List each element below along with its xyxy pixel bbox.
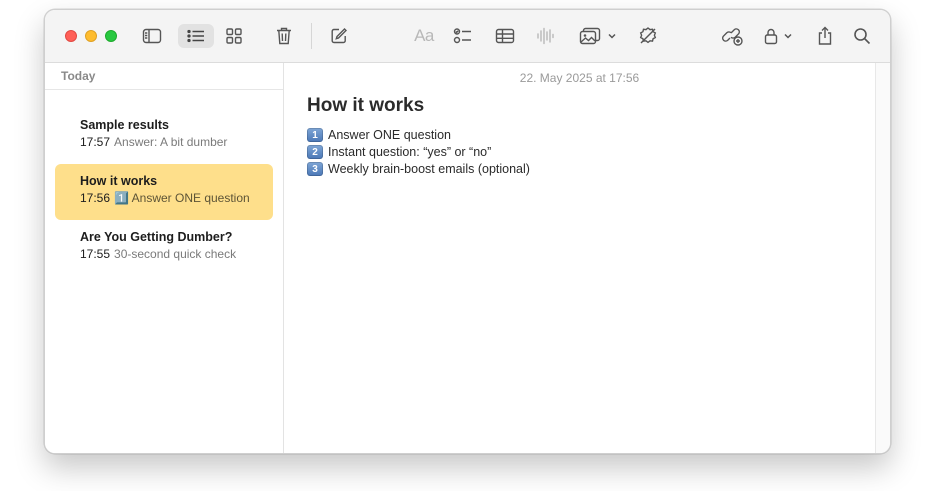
note-title: Sample results — [80, 118, 169, 132]
waveform-icon — [537, 27, 554, 45]
notes-list-sidebar: Today Sample results 17:57 Answer: A bit … — [45, 63, 284, 453]
table-icon — [495, 28, 515, 44]
lock-icon — [764, 28, 778, 45]
checklist-button[interactable] — [449, 24, 477, 48]
search-icon — [854, 28, 871, 45]
link-button[interactable] — [719, 24, 747, 48]
audio-button[interactable] — [531, 24, 559, 48]
toolbar-separator — [311, 23, 312, 49]
note-preview: 1️⃣ Answer ONE question — [114, 191, 250, 205]
table-button[interactable] — [491, 24, 519, 48]
note-line[interactable]: 1 Answer ONE question — [307, 128, 451, 142]
link-icon — [722, 28, 743, 46]
collaborate-button[interactable] — [634, 24, 662, 48]
list-view-button[interactable] — [178, 24, 214, 48]
note-list-item[interactable]: Sample results 17:57 Answer: A bit dumber — [55, 108, 273, 164]
note-time: 17:55 — [80, 247, 111, 261]
format-button[interactable]: Aa — [407, 24, 441, 48]
minimize-button[interactable] — [85, 30, 97, 42]
compose-icon — [331, 28, 347, 44]
note-time: 17:57 — [80, 135, 111, 149]
lock-button[interactable] — [758, 24, 798, 48]
note-editor[interactable]: 22. May 2025 at 17:56 How it works 1 Answ… — [284, 63, 875, 453]
note-meta: 17:56 1️⃣ Answer ONE question — [80, 191, 260, 205]
note-list-item-selected[interactable]: How it works 17:56 1️⃣ Answer ONE questio… — [55, 164, 273, 220]
notes-window: Aa Today Sample results 17:57 Answer: A … — [44, 9, 891, 454]
share-icon — [818, 26, 832, 45]
close-button[interactable] — [65, 30, 77, 42]
note-line-text: Instant question: “yes” or “no” — [328, 145, 492, 159]
trash-icon — [277, 27, 291, 45]
note-line-text: Answer ONE question — [328, 128, 451, 142]
note-date: 22. May 2025 at 17:56 — [519, 71, 640, 85]
chevron-down-icon — [784, 33, 792, 39]
note-preview: Answer: A bit dumber — [114, 135, 228, 149]
share-button[interactable] — [811, 24, 839, 48]
checklist-icon — [453, 28, 471, 44]
note-heading[interactable]: How it works — [307, 95, 424, 117]
section-divider — [45, 89, 283, 90]
note-title: Are You Getting Dumber? — [80, 230, 233, 244]
scrollbar-track[interactable] — [875, 63, 890, 453]
note-line-text: Weekly brain-boost emails (optional) — [328, 162, 530, 176]
keycap-number-icon: 1 — [307, 128, 323, 142]
search-button[interactable] — [848, 24, 876, 48]
note-time: 17:56 — [80, 191, 111, 205]
section-header: Today — [61, 69, 96, 83]
note-list-item[interactable]: Are You Getting Dumber? 17:55 30-second q… — [55, 220, 273, 276]
photo-icon — [579, 27, 601, 45]
delete-button[interactable] — [270, 24, 298, 48]
toolbar: Aa — [45, 10, 890, 63]
note-meta: 17:57 Answer: A bit dumber — [80, 135, 260, 149]
sidebar-icon — [142, 28, 162, 44]
chevron-down-icon — [608, 33, 616, 39]
note-meta: 17:55 30-second quick check — [80, 247, 260, 261]
zoom-button[interactable] — [105, 30, 117, 42]
format-label: Aa — [414, 26, 434, 45]
new-note-button[interactable] — [325, 24, 353, 48]
gallery-view-button[interactable] — [220, 24, 248, 48]
note-preview: 30-second quick check — [114, 247, 237, 261]
gallery-view-icon — [226, 28, 242, 44]
collaborate-icon — [639, 27, 657, 44]
note-line[interactable]: 3 Weekly brain-boost emails (optional) — [307, 162, 530, 176]
keycap-number-icon: 2 — [307, 145, 323, 159]
list-view-icon — [187, 29, 204, 43]
keycap-number-icon: 3 — [307, 162, 323, 176]
media-button[interactable] — [575, 24, 621, 48]
note-line[interactable]: 2 Instant question: “yes” or “no” — [307, 145, 491, 159]
sidebar-toggle-button[interactable] — [138, 24, 166, 48]
note-title: How it works — [80, 174, 158, 188]
